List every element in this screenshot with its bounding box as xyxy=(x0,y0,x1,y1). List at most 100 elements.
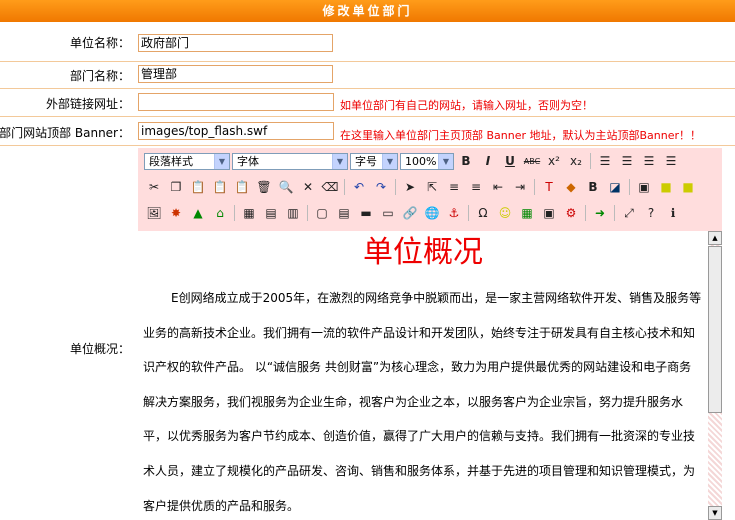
subscript-icon[interactable]: x₂ xyxy=(566,151,586,171)
chevron-down-icon: ▼ xyxy=(382,153,397,169)
note-icon[interactable]: ■ xyxy=(656,177,676,197)
font-family-value: 字体 xyxy=(237,154,259,168)
zoom-value: 100% xyxy=(405,154,437,168)
spreadsheet-icon[interactable]: ▦ xyxy=(517,203,537,223)
header-title: 修改单位部门 xyxy=(322,4,413,18)
select-icon[interactable]: ➤ xyxy=(400,177,420,197)
copy-icon[interactable]: ❐ xyxy=(166,177,186,197)
toolbar-separator xyxy=(585,205,586,221)
align-center-icon[interactable]: ☰ xyxy=(617,151,637,171)
redo-icon[interactable]: ↷ xyxy=(371,177,391,197)
align-justify-icon[interactable]: ☰ xyxy=(661,151,681,171)
image-icon[interactable]: 🖼 xyxy=(144,203,164,223)
external-link-label: 外部链接网址： xyxy=(45,97,130,111)
scroll-down-icon[interactable]: ▼ xyxy=(708,506,722,520)
font-size-value: 字号 xyxy=(355,154,377,168)
delete-icon[interactable]: 🗑 xyxy=(254,177,274,197)
toolbar-row-2: ✂ ❐ 📋 📋 📋 🗑 🔍 ✕ ⌫ ↶ ↷ ➤ ⇱ ≡ ≡ ⇤ ⇥ T ◆ B … xyxy=(144,176,700,198)
align-left-icon[interactable]: ☰ xyxy=(595,151,615,171)
toolbar-separator xyxy=(614,205,615,221)
indent-icon[interactable]: ⇥ xyxy=(510,177,530,197)
align-right-icon[interactable]: ☰ xyxy=(639,151,659,171)
smiley-icon[interactable]: ☺ xyxy=(495,203,515,223)
italic-icon[interactable]: I xyxy=(478,151,498,171)
help-icon[interactable]: ? xyxy=(641,203,661,223)
font-family-select[interactable]: 字体 ▼ xyxy=(232,152,348,170)
editor-content[interactable]: 单位概况 E创网络成立成于2005年，在激烈的网络竞争中脱颖而出，是一家主营网络… xyxy=(138,231,708,520)
strikethrough-icon[interactable]: ABC xyxy=(522,151,542,171)
scrollbar-thumb[interactable] xyxy=(708,246,722,413)
special-char-icon[interactable]: Ω xyxy=(473,203,493,223)
font-size-select[interactable]: 字号 ▼ xyxy=(350,152,398,170)
cut-icon[interactable]: ✂ xyxy=(144,177,164,197)
table-row-icon[interactable]: ▤ xyxy=(261,203,281,223)
chevron-down-icon: ▼ xyxy=(438,153,453,169)
toolbar-row-1: 段落样式 ▼ 字体 ▼ 字号 ▼ 100% ▼ B I U ABC x² x₂ … xyxy=(144,150,683,172)
unit-name-label: 单位名称： xyxy=(69,36,130,50)
outdent-icon[interactable]: ⇤ xyxy=(488,177,508,197)
settings-icon[interactable]: ⚙ xyxy=(561,203,581,223)
find-icon[interactable]: 🔍 xyxy=(276,177,296,197)
remove-icon[interactable]: ✕ xyxy=(298,177,318,197)
absolute-position-icon[interactable]: ⇱ xyxy=(422,177,442,197)
bold-icon[interactable]: B xyxy=(456,151,476,171)
unit-name-input[interactable]: 政府部门 xyxy=(138,34,333,52)
table-icon[interactable]: ▦ xyxy=(239,203,259,223)
toolbar-separator xyxy=(468,205,469,221)
dept-name-input[interactable]: 管理部 xyxy=(138,65,333,83)
layers-icon[interactable]: ■ xyxy=(678,177,698,197)
underline-icon[interactable]: U xyxy=(500,151,520,171)
dept-name-label: 部门名称： xyxy=(69,69,130,83)
page-header: 修改单位部门 xyxy=(0,0,735,22)
document-title: 单位概况 xyxy=(363,235,483,270)
superscript-icon[interactable]: x² xyxy=(544,151,564,171)
row-external-link: 外部链接网址： 如单位部门有自己的网站，请输入网址，否则为空！ xyxy=(0,89,735,117)
rich-text-editor: 段落样式 ▼ 字体 ▼ 字号 ▼ 100% ▼ B I U ABC x² x₂ … xyxy=(138,148,722,520)
highlight-icon[interactable]: ◆ xyxy=(561,177,581,197)
calendar-icon[interactable]: ▣ xyxy=(539,203,559,223)
media-icon[interactable]: ▲ xyxy=(188,203,208,223)
table-cell-icon[interactable]: ▥ xyxy=(283,203,303,223)
home-icon[interactable]: ⌂ xyxy=(210,203,230,223)
paragraph-style-select[interactable]: 段落样式 ▼ xyxy=(144,152,230,170)
frame-icon[interactable]: ▢ xyxy=(312,203,332,223)
toolbar-separator xyxy=(629,179,630,195)
overview-label: 单位概况： xyxy=(69,342,130,356)
document-body: E创网络成立成于2005年，在激烈的网络竞争中脱颖而出，是一家主营网络软件开发、… xyxy=(143,291,702,513)
zoom-select[interactable]: 100% ▼ xyxy=(400,152,454,170)
input-field-icon[interactable]: ▭ xyxy=(378,203,398,223)
paste-icon[interactable]: 📋 xyxy=(188,177,208,197)
toolbar-separator xyxy=(307,205,308,221)
horizontal-rule-icon[interactable]: ▬ xyxy=(356,203,376,223)
globe-icon[interactable]: 🌐 xyxy=(422,203,442,223)
editor-scrollbar[interactable]: ▲ ▼ xyxy=(708,231,722,520)
info-icon[interactable]: ℹ xyxy=(663,203,683,223)
bullet-list-icon[interactable]: ≡ xyxy=(466,177,486,197)
format-brush-icon[interactable]: B xyxy=(583,177,603,197)
text-color-icon[interactable]: T xyxy=(539,177,559,197)
chevron-down-icon: ▼ xyxy=(214,153,229,169)
row-unit-name: 单位名称： 政府部门 xyxy=(0,22,735,62)
paragraph-style-value: 段落样式 xyxy=(149,154,193,168)
maximize-icon[interactable]: ⤢ xyxy=(619,203,639,223)
scroll-up-icon[interactable]: ▲ xyxy=(708,231,722,245)
eraser-icon[interactable]: ⌫ xyxy=(320,177,340,197)
chevron-down-icon: ▼ xyxy=(332,153,347,169)
background-color-icon[interactable]: ◪ xyxy=(605,177,625,197)
external-link-input[interactable] xyxy=(138,93,334,111)
numbered-list-icon[interactable]: ≡ xyxy=(444,177,464,197)
paste-text-icon[interactable]: 📋 xyxy=(210,177,230,197)
row-dept-name: 部门名称： 管理部 xyxy=(0,62,735,89)
flash-icon[interactable]: ✸ xyxy=(166,203,186,223)
border-icon[interactable]: ▣ xyxy=(634,177,654,197)
anchor-icon[interactable]: ⚓ xyxy=(444,203,464,223)
paste-word-icon[interactable]: 📋 xyxy=(232,177,252,197)
undo-icon[interactable]: ↶ xyxy=(349,177,369,197)
toolbar-separator xyxy=(534,179,535,195)
document-icon[interactable]: ▤ xyxy=(334,203,354,223)
toolbar-separator xyxy=(344,179,345,195)
row-banner: 部门网站顶部 Banner： images/top_flash.swf 在这里输… xyxy=(0,117,735,146)
export-icon[interactable]: ➜ xyxy=(590,203,610,223)
link-icon[interactable]: 🔗 xyxy=(400,203,420,223)
banner-input[interactable]: images/top_flash.swf xyxy=(138,122,334,140)
